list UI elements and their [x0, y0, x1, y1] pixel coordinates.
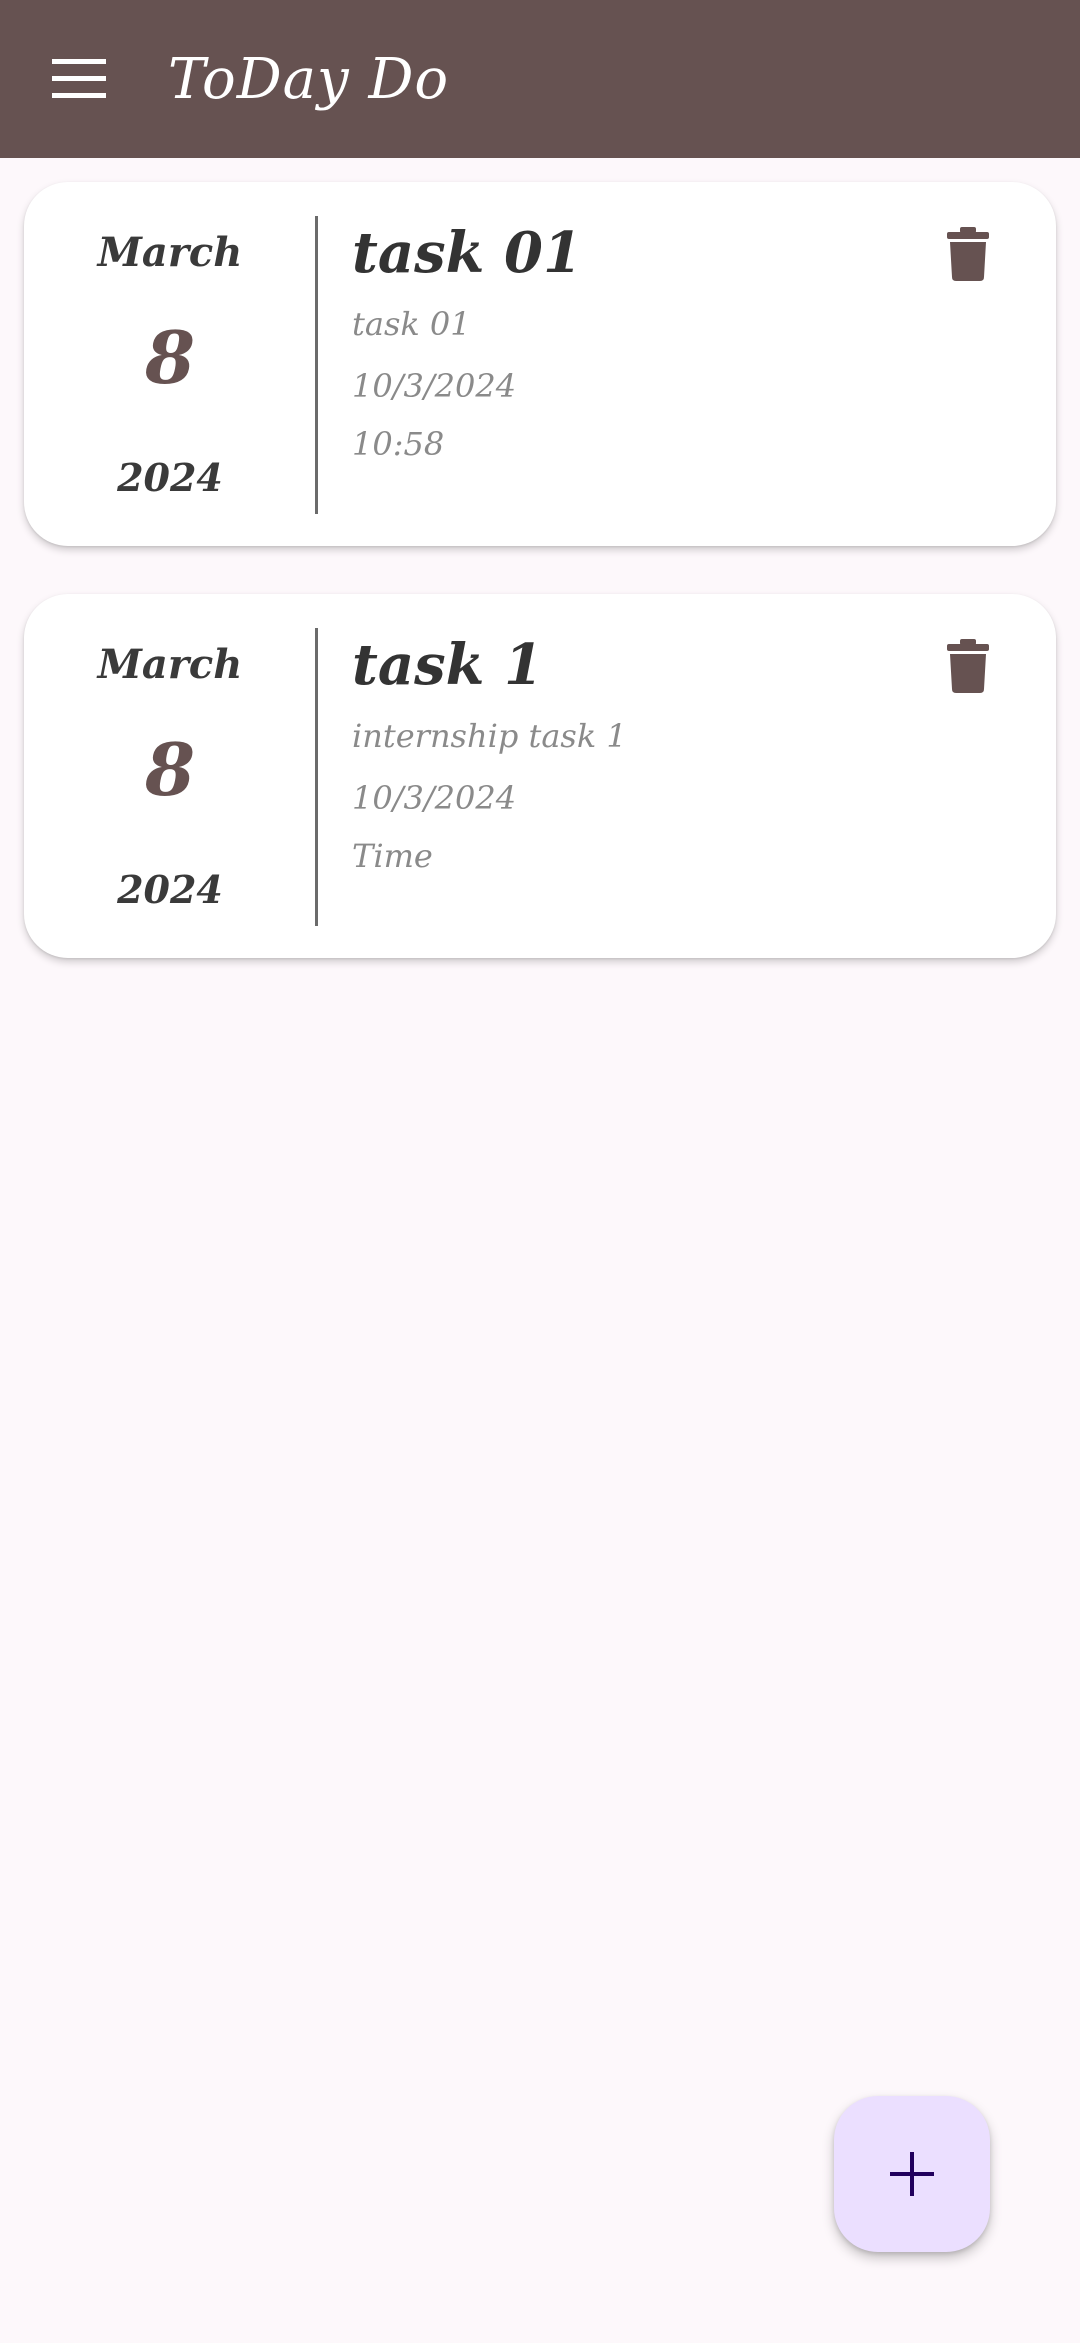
task-day: 8: [144, 315, 196, 400]
menu-button[interactable]: [44, 50, 114, 108]
task-info: task 1 internship task 1 10/3/2024 Time: [352, 594, 912, 958]
task-month: March: [97, 229, 243, 276]
task-date-block: March 8 2024: [24, 594, 316, 958]
task-date: 10/3/2024: [352, 779, 517, 817]
task-info: task 01 task 01 10/3/2024 10:58: [352, 182, 912, 546]
task-card[interactable]: March 8 2024 task 01 task 01 10/3/2024 1…: [24, 182, 1056, 546]
task-title: task 1: [352, 632, 543, 698]
task-date: 10/3/2024: [352, 367, 517, 405]
trash-icon: [947, 227, 989, 281]
task-description: task 01: [352, 305, 471, 343]
card-divider: [315, 216, 318, 514]
task-day: 8: [144, 727, 196, 812]
hamburger-menu-icon: [52, 59, 106, 98]
plus-icon: [890, 2152, 934, 2196]
app-title: ToDay Do: [168, 47, 450, 112]
task-card[interactable]: March 8 2024 task 1 internship task 1 10…: [24, 594, 1056, 958]
task-description: internship task 1: [352, 717, 627, 755]
delete-task-button[interactable]: [936, 222, 1000, 286]
task-month: March: [97, 641, 243, 688]
task-year: 2024: [117, 455, 223, 500]
task-time: Time: [352, 837, 433, 875]
task-date-block: March 8 2024: [24, 182, 316, 546]
task-time: 10:58: [352, 425, 445, 463]
task-title: task 01: [352, 220, 582, 286]
task-list: March 8 2024 task 01 task 01 10/3/2024 1…: [24, 182, 1056, 1006]
trash-icon: [947, 639, 989, 693]
add-task-button[interactable]: [834, 2096, 990, 2252]
task-year: 2024: [117, 867, 223, 912]
card-divider: [315, 628, 318, 926]
delete-task-button[interactable]: [936, 634, 1000, 698]
app-bar: ToDay Do: [0, 0, 1080, 158]
